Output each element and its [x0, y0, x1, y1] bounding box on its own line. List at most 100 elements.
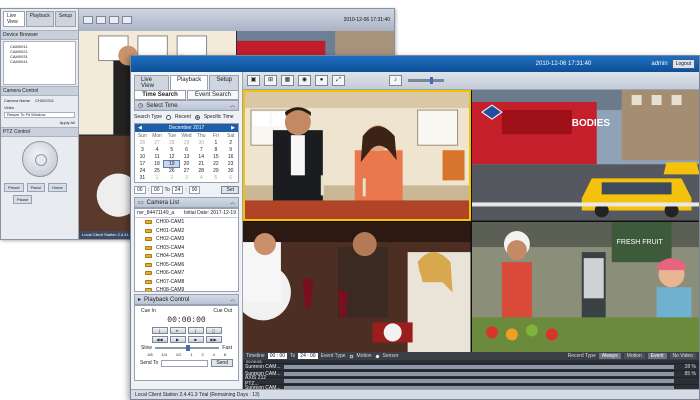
go-to-cue-button[interactable]: ⇤ [169, 327, 186, 334]
layout-2x2-icon[interactable]: ⊞ [264, 75, 277, 86]
record-button-icon[interactable]: ● [315, 75, 328, 86]
rewind-icon[interactable]: ◀◀ [151, 336, 168, 343]
sensor-radio[interactable] [374, 353, 380, 359]
back-tab-playback[interactable]: Playback [25, 11, 54, 27]
timeline-track[interactable] [284, 365, 674, 369]
calendar-day[interactable]: 19 [163, 160, 181, 168]
video-tile-restaurant[interactable] [243, 221, 471, 352]
calendar-day[interactable]: 11 [150, 154, 165, 160]
calendar-day[interactable]: 13 [179, 154, 194, 160]
set-button[interactable]: Set [221, 186, 239, 194]
timeline-from-input[interactable]: 00 : 00 [267, 353, 288, 359]
tab-setup[interactable]: Setup [209, 75, 239, 90]
calendar-day[interactable]: 29 [209, 168, 224, 174]
back-pause-button[interactable]: Pause [13, 195, 33, 204]
calendar-day[interactable]: 18 [150, 161, 165, 167]
snapshot-button-icon[interactable]: ◉ [298, 75, 311, 86]
ptz-direction-pad[interactable] [21, 141, 58, 177]
camera-list-item[interactable]: CH07-CAM8 [135, 278, 238, 287]
calendar-day[interactable]: 31 [135, 175, 150, 181]
calendar-day[interactable]: 25 [150, 168, 165, 174]
prev-month-button[interactable]: ◀ [138, 125, 142, 131]
calendar-day[interactable]: 9 [223, 147, 238, 153]
timeline-track[interactable] [284, 372, 674, 376]
calendar-day[interactable]: 4 [194, 175, 209, 181]
calendar-day[interactable]: 6 [179, 147, 194, 153]
back-toolbar-button[interactable] [109, 16, 119, 24]
calendar-day[interactable]: 5 [164, 147, 179, 153]
send-button[interactable]: Send [211, 359, 233, 367]
rec-tag-event[interactable]: Event [647, 353, 667, 359]
from-hour-input[interactable]: 00 [134, 186, 146, 194]
rec-tag-motion[interactable]: Motion [623, 353, 645, 359]
calendar-day[interactable]: 27 [179, 168, 194, 174]
calendar-day[interactable]: 29 [179, 140, 194, 146]
calendar-day[interactable]: 21 [194, 161, 209, 167]
cue-out-button[interactable]: ] [187, 327, 204, 334]
fullscreen-icon[interactable]: ⤢ [332, 75, 345, 86]
calendar-day[interactable]: 30 [194, 140, 209, 146]
calendar-day[interactable]: 8 [209, 147, 224, 153]
select-time-header[interactable]: ◷ Select Time ︿ [134, 100, 239, 111]
video-tile-street[interactable]: BODIES [471, 90, 699, 221]
camera-list-item[interactable]: CH03-CAM4 [135, 244, 238, 253]
back-home-button[interactable]: Home [48, 183, 67, 192]
to-minute-input[interactable]: 00 [188, 186, 201, 194]
camera-list-item[interactable]: CH02-CAM3 [135, 235, 238, 244]
next-month-button[interactable]: ▶ [231, 125, 235, 131]
calendar-day[interactable]: 2 [164, 175, 179, 181]
timeline-row[interactable]: AXIS 212 PTZ... [243, 375, 699, 387]
cue-in-button[interactable]: [ [151, 327, 168, 334]
snapshot-icon[interactable]: ◻ [205, 327, 222, 334]
back-apply-all[interactable]: Apply All [1, 119, 78, 126]
play-button-icon[interactable]: ▶ [169, 336, 186, 343]
recent-radio[interactable] [165, 114, 171, 120]
back-tab-live-view[interactable]: Live View [3, 11, 25, 27]
video-tile-market[interactable]: FRESH FRUIT [471, 221, 699, 352]
back-toolbar-button[interactable] [122, 16, 132, 24]
calendar-day[interactable]: 4 [150, 147, 165, 153]
layout-1x1-icon[interactable]: ▣ [247, 75, 260, 86]
rec-tag-always[interactable]: Always [598, 353, 621, 359]
video-tile-office[interactable] [243, 90, 471, 221]
playback-control-header[interactable]: ▸ Playback Control ︿ [134, 294, 239, 305]
calendar-day[interactable]: 22 [209, 161, 224, 167]
calendar-day[interactable]: 15 [209, 154, 224, 160]
back-toolbar-button[interactable] [83, 16, 93, 24]
subtab-time-search[interactable]: Time Search [134, 90, 186, 100]
nvr-name[interactable]: nvr_84471149_a [137, 210, 174, 216]
forward-icon[interactable]: ▶▶ [205, 336, 222, 343]
calendar-day[interactable]: 3 [135, 147, 150, 153]
calendar-day[interactable]: 16 [223, 154, 238, 160]
rec-tag-no-video[interactable]: No Video [669, 353, 696, 359]
calendar-day[interactable]: 7 [194, 147, 209, 153]
from-minute-input[interactable]: 00 [150, 186, 163, 194]
back-patrol-button[interactable]: Patrol [26, 183, 46, 192]
camera-list-item[interactable]: CH04-CAM5 [135, 252, 238, 261]
back-tree-item[interactable]: CAM0041 [10, 59, 69, 64]
camera-list-item[interactable]: CH01-CAM2 [135, 227, 238, 236]
calendar-day[interactable]: 30 [223, 168, 238, 174]
calendar-day[interactable]: 1 [150, 175, 165, 181]
calendar-day[interactable]: 26 [164, 168, 179, 174]
stop-icon[interactable]: ■ [187, 336, 204, 343]
back-tab-setup[interactable]: Setup [54, 11, 76, 27]
timeline-row[interactable]: Sunreon CAM... 28 % [243, 363, 699, 370]
back-preset-button[interactable]: Preset [4, 183, 24, 192]
calendar-day[interactable]: 10 [135, 154, 150, 160]
to-hour-input[interactable]: 24 [171, 186, 184, 194]
calendar-day[interactable]: 27 [150, 140, 165, 146]
calendar-day[interactable]: 28 [164, 140, 179, 146]
camera-list-header[interactable]: ▭ Camera List ︿ [134, 197, 239, 208]
calendar-day[interactable]: 5 [209, 175, 224, 181]
calendar-day[interactable]: 23 [223, 161, 238, 167]
speed-slider[interactable] [154, 345, 220, 351]
calendar-day[interactable]: 3 [179, 175, 194, 181]
calendar-day[interactable]: 24 [135, 168, 150, 174]
speed-slider-knob[interactable] [185, 345, 190, 351]
timeline-track[interactable] [284, 379, 674, 383]
camera-list-item[interactable]: CH08-CAM9 [135, 286, 238, 291]
calendar-day[interactable]: 1 [209, 140, 224, 146]
subtab-event-search[interactable]: Event Search [187, 90, 239, 100]
calendar-day[interactable]: 28 [194, 168, 209, 174]
